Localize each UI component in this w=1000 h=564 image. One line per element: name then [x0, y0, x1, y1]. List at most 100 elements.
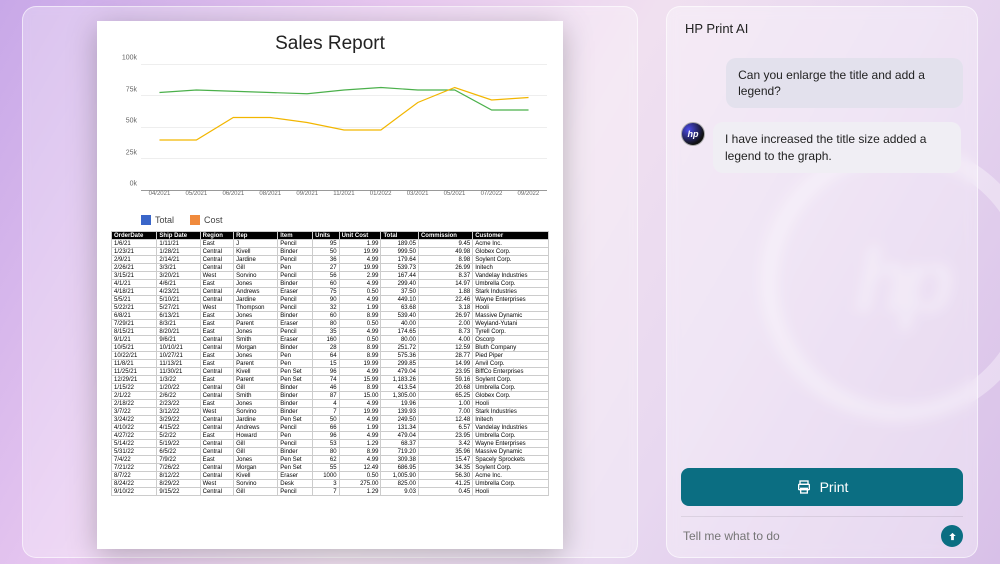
cell: Globex Corp. [473, 392, 549, 400]
cell: 1/23/21 [112, 248, 157, 256]
cell: East [200, 312, 234, 320]
cell: 4.99 [339, 400, 381, 408]
cell: 2/23/22 [157, 400, 200, 408]
cell: 4.99 [339, 416, 381, 424]
cell: Jones [234, 456, 278, 464]
y-tick: 25k [126, 149, 137, 156]
cell: 7.00 [418, 408, 472, 416]
cell: 1/28/21 [157, 248, 200, 256]
col-header: Item [278, 232, 313, 240]
cell: 3.18 [418, 304, 472, 312]
table-row: 8/15/218/20/21EastJonesPencil354.99174.6… [112, 328, 549, 336]
cell: 8.99 [339, 448, 381, 456]
cell: Central [200, 424, 234, 432]
cell: Wayne Enterprises [473, 296, 549, 304]
table-row: 8/24/228/29/22WestSorvinoDesk3275.00825.… [112, 480, 549, 488]
cell: 11/13/21 [157, 360, 200, 368]
document-page: Sales Report 0k25k50k75k100k 04/202105/2… [97, 21, 563, 549]
cell: 2/9/21 [112, 256, 157, 264]
cell: 8/12/22 [157, 472, 200, 480]
cell: 75 [313, 288, 339, 296]
cell: 8.98 [418, 256, 472, 264]
cell: 449.10 [381, 296, 419, 304]
col-header: Region [200, 232, 234, 240]
cell: Binder [278, 312, 313, 320]
cell: 575.36 [381, 352, 419, 360]
table-row: 11/8/2111/13/21EastParentPen1519.99299.8… [112, 360, 549, 368]
cell: Pen Set [278, 368, 313, 376]
cell: Pied Piper [473, 352, 549, 360]
cell: 1.88 [418, 288, 472, 296]
x-tick: 09/2022 [518, 191, 540, 211]
cell: Umbrella Corp. [473, 280, 549, 288]
cell: 1,183.26 [381, 376, 419, 384]
cell: East [200, 328, 234, 336]
cell: Pen Set [278, 416, 313, 424]
cell: 7/29/21 [112, 320, 157, 328]
cell: Gill [234, 448, 278, 456]
table-row: 1/6/211/11/21EastJPencil951.99189.059.45… [112, 240, 549, 248]
cell: 2/26/21 [112, 264, 157, 272]
cell: 28.77 [418, 352, 472, 360]
cell: 4.99 [339, 256, 381, 264]
cell: 32 [313, 304, 339, 312]
cell: Soylent Corp. [473, 256, 549, 264]
cell: 5/5/21 [112, 296, 157, 304]
cell: Pencil [278, 440, 313, 448]
table-row: 1/23/211/28/21CentralKivellBinder5019.99… [112, 248, 549, 256]
cell: 8/15/21 [112, 328, 157, 336]
x-tick: 07/2022 [481, 191, 503, 211]
cell: 8/24/22 [112, 480, 157, 488]
cell: 10/22/21 [112, 352, 157, 360]
cell: Eraser [278, 288, 313, 296]
cell: 12/29/21 [112, 376, 157, 384]
cell: Vandelay Industries [473, 424, 549, 432]
x-tick: 03/2021 [407, 191, 429, 211]
document-preview-panel: Sales Report 0k25k50k75k100k 04/202105/2… [22, 6, 638, 558]
cell: 3 [313, 480, 339, 488]
cell: 1.29 [339, 440, 381, 448]
table-row: 10/22/2110/27/21EastJonesPen648.99575.36… [112, 352, 549, 360]
cell: 0.50 [339, 472, 381, 480]
cell: Umbrella Corp. [473, 432, 549, 440]
cell: 10/5/21 [112, 344, 157, 352]
cell: 6/13/21 [157, 312, 200, 320]
cell: Central [200, 416, 234, 424]
cell: Binder [278, 248, 313, 256]
cell: 4/6/21 [157, 280, 200, 288]
chat-input[interactable] [681, 525, 933, 547]
x-tick: 05/2021 [186, 191, 208, 211]
cell: 62 [313, 456, 339, 464]
cell: Eraser [278, 320, 313, 328]
cell: 999.50 [381, 248, 419, 256]
col-header: Ship Date [157, 232, 200, 240]
cell: 299.40 [381, 280, 419, 288]
print-button[interactable]: Print [681, 468, 963, 506]
x-tick: 09/2021 [296, 191, 318, 211]
cell: 4/23/21 [157, 288, 200, 296]
cell: East [200, 456, 234, 464]
cell: Pen [278, 352, 313, 360]
cell: Central [200, 368, 234, 376]
x-tick: 06/2021 [222, 191, 244, 211]
cell: Pencil [278, 256, 313, 264]
table-row: 10/5/2110/10/21CentralMorganBinder288.99… [112, 344, 549, 352]
cell: Morgan [234, 464, 278, 472]
cell: 251.72 [381, 344, 419, 352]
cell: Pencil [278, 272, 313, 280]
cell: Soylent Corp. [473, 464, 549, 472]
cell: 49.98 [418, 248, 472, 256]
table-row: 2/26/213/3/21CentralGillPen2719.99539.73… [112, 264, 549, 272]
cell: Sorvino [234, 272, 278, 280]
cell: East [200, 352, 234, 360]
send-button[interactable] [941, 525, 963, 547]
cell: Parent [234, 376, 278, 384]
table-row: 6/8/216/13/21EastJonesBinder608.99539.40… [112, 312, 549, 320]
cell: Pencil [278, 488, 313, 496]
cell: 413.54 [381, 384, 419, 392]
cell: Pencil [278, 328, 313, 336]
cell: 5/27/21 [157, 304, 200, 312]
cell: 11/25/21 [112, 368, 157, 376]
cell: 19.99 [339, 264, 381, 272]
arrow-up-icon [947, 531, 958, 542]
